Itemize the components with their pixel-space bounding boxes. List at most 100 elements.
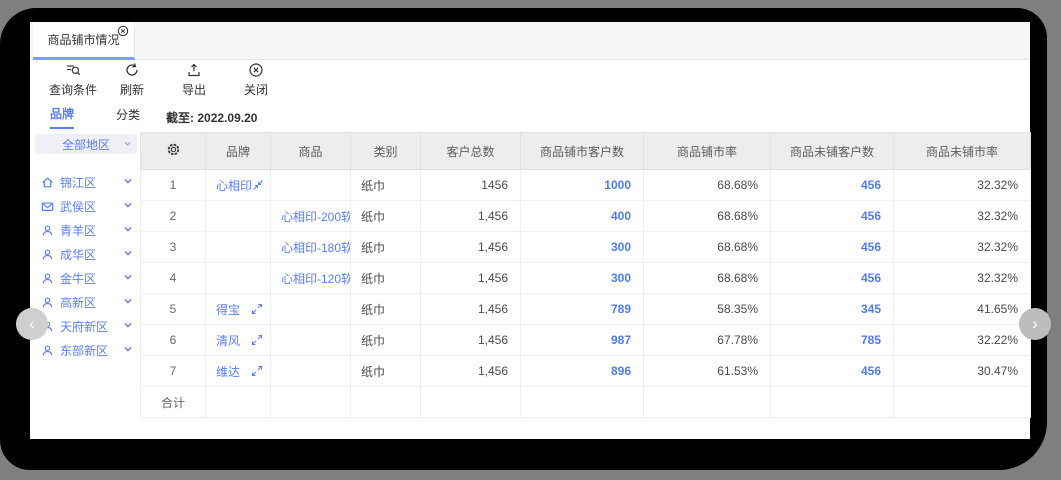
sidebar-item-tianfu[interactable]: 天府新区 <box>35 314 137 338</box>
product-cell <box>271 325 351 356</box>
scroll-prev-button[interactable]: ‹ <box>16 308 48 340</box>
sidebar-item-gaoxin[interactable]: 高新区 <box>35 290 137 314</box>
row-index: 4 <box>141 263 206 294</box>
placed-rate-cell: 58.35% <box>644 294 771 325</box>
sidebar-item-label: 高新区 <box>60 294 96 311</box>
gear-icon[interactable] <box>166 146 181 160</box>
chevron-down-icon[interactable] <box>123 319 133 333</box>
total-customers-cell: 1456 <box>421 170 521 201</box>
placed-rate-cell: 68.68% <box>644 263 771 294</box>
row-index: 7 <box>141 356 206 387</box>
category-cell: 纸巾 <box>351 232 421 263</box>
row-index: 5 <box>141 294 206 325</box>
sidebar-item-label: 金牛区 <box>60 270 96 287</box>
chevron-down-icon <box>123 137 132 151</box>
user-icon <box>41 296 54 309</box>
unplaced-customers-link[interactable]: 456 <box>771 356 894 387</box>
total-customers-cell: 1,456 <box>421 201 521 232</box>
chevron-down-icon[interactable] <box>123 199 133 213</box>
sidebar-item-chenghua[interactable]: 成华区 <box>35 242 137 266</box>
table-row: 7 维达 <box>141 356 1031 387</box>
placed-customers-link[interactable]: 1000 <box>521 170 644 201</box>
toolbar: 查询条件 刷新 导出 <box>30 62 278 102</box>
mail-icon <box>41 200 54 213</box>
chevron-down-icon[interactable] <box>123 175 133 189</box>
brand-cell <box>206 232 271 263</box>
chevron-down-icon[interactable] <box>123 343 133 357</box>
sidebar-item-qingyang[interactable]: 青羊区 <box>35 218 137 242</box>
expand-icon[interactable] <box>251 303 263 315</box>
tab-brand[interactable]: 品牌 <box>50 105 74 129</box>
placed-customers-link[interactable]: 300 <box>521 232 644 263</box>
header-brand: 品牌 <box>206 133 271 170</box>
total-customers-cell: 1,456 <box>421 294 521 325</box>
export-label: 导出 <box>182 81 206 98</box>
chevron-down-icon[interactable] <box>123 247 133 261</box>
chevron-down-icon[interactable] <box>123 295 133 309</box>
chevron-down-icon[interactable] <box>123 223 133 237</box>
sidebar-item-wuhou[interactable]: 武侯区 <box>35 194 137 218</box>
unplaced-customers-link[interactable]: 456 <box>771 170 894 201</box>
unplaced-customers-link[interactable]: 456 <box>771 232 894 263</box>
product-link[interactable]: 心相印-200软抽 <box>271 201 351 232</box>
unplaced-customers-link[interactable]: 345 <box>771 294 894 325</box>
footer-empty-cell <box>894 387 1031 418</box>
unplaced-customers-link[interactable]: 456 <box>771 263 894 294</box>
expand-icon[interactable] <box>251 365 263 377</box>
tab-category[interactable]: 分类 <box>116 106 140 128</box>
table-row: 1 心相印 <box>141 170 1031 201</box>
sidebar-item-jinniu[interactable]: 金牛区 <box>35 266 137 290</box>
row-index: 3 <box>141 232 206 263</box>
footer-empty-cell <box>421 387 521 418</box>
user-icon <box>41 224 54 237</box>
expand-icon[interactable] <box>251 334 263 346</box>
placed-customers-link[interactable]: 896 <box>521 356 644 387</box>
row-index: 2 <box>141 201 206 232</box>
brand-link[interactable]: 清风 <box>216 332 240 349</box>
placed-rate-cell: 68.68% <box>644 232 771 263</box>
close-button[interactable]: 关闭 <box>234 62 278 98</box>
filter-search-icon <box>65 62 81 78</box>
footer-empty-cell <box>644 387 771 418</box>
placed-customers-link[interactable]: 987 <box>521 325 644 356</box>
footer-empty-cell <box>206 387 271 418</box>
column-settings-header[interactable] <box>141 133 206 170</box>
brand-link[interactable]: 得宝 <box>216 301 240 318</box>
refresh-button[interactable]: 刷新 <box>110 62 154 98</box>
row-index: 1 <box>141 170 206 201</box>
product-link[interactable]: 心相印-180软抽 <box>271 232 351 263</box>
table-row: 2 心相印-200软抽 纸巾 1,456 400 68.68% 456 32.3… <box>141 201 1031 232</box>
chevron-right-icon: › <box>1032 314 1038 334</box>
unplaced-customers-link[interactable]: 456 <box>771 201 894 232</box>
footer-total-label: 合计 <box>141 387 206 418</box>
collapse-icon[interactable] <box>252 179 264 191</box>
view-tabs: 品牌 分类 截至: 2022.09.20 <box>30 104 257 130</box>
tab-product-placement[interactable]: 商品铺市情况 <box>33 22 135 60</box>
query-conditions-label: 查询条件 <box>49 81 97 98</box>
region-list: 锦江区 武侯区 <box>35 170 137 362</box>
placed-customers-link[interactable]: 300 <box>521 263 644 294</box>
sidebar-item-jinjiang[interactable]: 锦江区 <box>35 170 137 194</box>
placed-rate-cell: 67.78% <box>644 325 771 356</box>
user-icon <box>41 248 54 261</box>
product-link[interactable]: 心相印-120软抽 <box>271 263 351 294</box>
footer-empty-cell <box>521 387 644 418</box>
query-conditions-button[interactable]: 查询条件 <box>44 62 102 98</box>
tab-close-icon[interactable] <box>117 25 129 37</box>
scroll-next-button[interactable]: › <box>1019 308 1051 340</box>
brand-cell: 维达 <box>206 356 271 387</box>
refresh-icon <box>124 62 140 78</box>
region-all-selector[interactable]: 全部地区 <box>35 134 137 154</box>
brand-link[interactable]: 维达 <box>216 363 240 380</box>
header-placed-customers: 商品铺市客户数 <box>521 133 644 170</box>
sidebar-item-dongbu[interactable]: 东部新区 <box>35 338 137 362</box>
close-circle-icon <box>248 62 264 78</box>
brand-cell: 心相印 <box>206 170 271 201</box>
export-button[interactable]: 导出 <box>172 62 216 98</box>
placed-customers-link[interactable]: 789 <box>521 294 644 325</box>
brand-cell <box>206 263 271 294</box>
unplaced-customers-link[interactable]: 785 <box>771 325 894 356</box>
chevron-down-icon[interactable] <box>123 271 133 285</box>
placed-customers-link[interactable]: 400 <box>521 201 644 232</box>
brand-link[interactable]: 心相印 <box>216 177 252 194</box>
